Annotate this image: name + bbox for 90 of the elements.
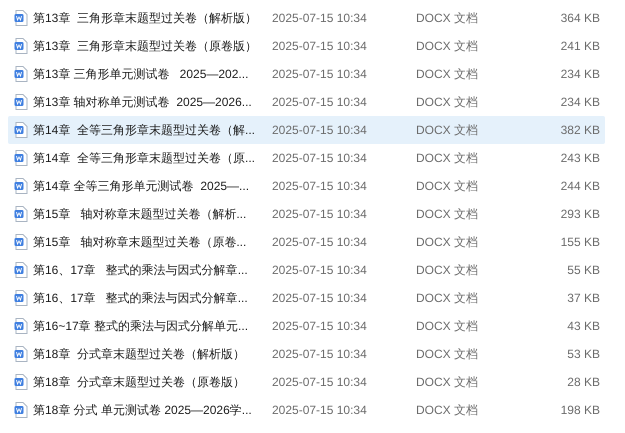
file-size: 241 KB bbox=[560, 38, 600, 55]
file-type: DOCX 文档 bbox=[416, 10, 480, 27]
file-name: 第15章 轴对称章末题型过关卷（原卷... bbox=[32, 234, 248, 251]
file-row[interactable]: 第16、17章 整式的乘法与因式分解章... 2025-07-15 10:34 DOCX 文档 37 KB bbox=[8, 284, 605, 312]
modified-date: 2025-07-15 10:34 bbox=[272, 374, 368, 391]
file-name: 第18章 分式 单元测试卷 2025—2026学... bbox=[32, 402, 253, 419]
file-row[interactable]: 第13章 轴对称单元测试卷 2025—2026... 2025-07-15 10:34 DOCX 文档 234 KB bbox=[8, 88, 605, 116]
modified-date: 2025-07-15 10:34 bbox=[272, 318, 368, 335]
file-size: 155 KB bbox=[560, 234, 600, 251]
file-row[interactable]: 第18章 分式章末题型过关卷（解析版） 2025-07-15 10:34 DOCX 文档 53 KB bbox=[8, 340, 605, 368]
file-size: 28 KB bbox=[566, 374, 600, 391]
word-document-icon bbox=[14, 38, 28, 54]
word-document-icon bbox=[14, 318, 28, 334]
modified-date: 2025-07-15 10:34 bbox=[272, 38, 368, 55]
file-row[interactable]: 第13章 三角形单元测试卷 2025—202... 2025-07-15 10:34 DOCX 文档 234 KB bbox=[8, 60, 605, 88]
file-row[interactable]: 第16、17章 整式的乘法与因式分解章... 2025-07-15 10:34 DOCX 文档 55 KB bbox=[8, 256, 605, 284]
modified-date: 2025-07-15 10:34 bbox=[272, 346, 368, 363]
file-type: DOCX 文档 bbox=[416, 262, 480, 279]
word-document-icon bbox=[14, 122, 28, 138]
file-name: 第13章 三角形单元测试卷 2025—202... bbox=[32, 66, 250, 83]
file-name: 第18章 分式章末题型过关卷（原卷版） bbox=[32, 374, 246, 391]
file-name: 第13章 轴对称单元测试卷 2025—2026... bbox=[32, 94, 253, 111]
file-type: DOCX 文档 bbox=[416, 38, 480, 55]
word-document-icon bbox=[14, 66, 28, 82]
file-row[interactable]: 第18章 分式 单元测试卷 2025—2026学... 2025-07-15 10:34 DOCX 文档 198 KB bbox=[8, 396, 605, 424]
word-document-icon bbox=[14, 150, 28, 166]
modified-date: 2025-07-15 10:34 bbox=[272, 66, 368, 83]
file-row[interactable]: 第16~17章 整式的乘法与因式分解单元... 2025-07-15 10:34 DOCX 文档 43 KB bbox=[8, 312, 605, 340]
file-type: DOCX 文档 bbox=[416, 122, 480, 139]
modified-date: 2025-07-15 10:34 bbox=[272, 206, 368, 223]
file-size: 234 KB bbox=[560, 94, 600, 111]
file-name: 第13章 三角形章末题型过关卷（原卷版） bbox=[32, 38, 258, 55]
word-document-icon bbox=[14, 206, 28, 222]
word-document-icon bbox=[14, 290, 28, 306]
file-size: 364 KB bbox=[560, 10, 600, 27]
modified-date: 2025-07-15 10:34 bbox=[272, 234, 368, 251]
modified-date: 2025-07-15 10:34 bbox=[272, 10, 368, 27]
file-size: 43 KB bbox=[566, 318, 600, 335]
file-row[interactable]: 第14章 全等三角形单元测试卷 2025—... 2025-07-15 10:34 DOCX 文档 244 KB bbox=[8, 172, 605, 200]
file-size: 243 KB bbox=[560, 150, 600, 167]
modified-date: 2025-07-15 10:34 bbox=[272, 402, 368, 419]
modified-date: 2025-07-15 10:34 bbox=[272, 122, 368, 139]
file-size: 234 KB bbox=[560, 66, 600, 83]
file-size: 53 KB bbox=[566, 346, 600, 363]
file-row[interactable]: 第14章 全等三角形章末题型过关卷（原... 2025-07-15 10:34 DOCX 文档 243 KB bbox=[8, 144, 605, 172]
file-type: DOCX 文档 bbox=[416, 234, 480, 251]
file-row[interactable]: 第13章 三角形章末题型过关卷（解析版） 2025-07-15 10:34 DOCX 文档 364 KB bbox=[8, 4, 605, 32]
file-type: DOCX 文档 bbox=[416, 346, 480, 363]
file-type: DOCX 文档 bbox=[416, 206, 480, 223]
word-document-icon bbox=[14, 178, 28, 194]
word-document-icon bbox=[14, 346, 28, 362]
file-size: 382 KB bbox=[560, 122, 600, 139]
file-row[interactable]: 第15章 轴对称章末题型过关卷（原卷... 2025-07-15 10:34 DOCX 文档 155 KB bbox=[8, 228, 605, 256]
file-type: DOCX 文档 bbox=[416, 150, 480, 167]
file-size: 244 KB bbox=[560, 178, 600, 195]
file-row[interactable]: 第14章 全等三角形章末题型过关卷（解... 2025-07-15 10:34 DOCX 文档 382 KB bbox=[8, 116, 605, 144]
file-type: DOCX 文档 bbox=[416, 318, 480, 335]
word-document-icon bbox=[14, 10, 28, 26]
file-size: 198 KB bbox=[560, 402, 600, 419]
file-type: DOCX 文档 bbox=[416, 66, 480, 83]
word-document-icon bbox=[14, 402, 28, 418]
modified-date: 2025-07-15 10:34 bbox=[272, 178, 368, 195]
file-name: 第16、17章 整式的乘法与因式分解章... bbox=[32, 290, 249, 307]
file-name: 第18章 分式章末题型过关卷（解析版） bbox=[32, 346, 246, 363]
file-row[interactable]: 第18章 分式章末题型过关卷（原卷版） 2025-07-15 10:34 DOCX 文档 28 KB bbox=[8, 368, 605, 396]
file-type: DOCX 文档 bbox=[416, 374, 480, 391]
word-document-icon bbox=[14, 234, 28, 250]
modified-date: 2025-07-15 10:34 bbox=[272, 290, 368, 307]
file-type: DOCX 文档 bbox=[416, 178, 480, 195]
file-size: 37 KB bbox=[566, 290, 600, 307]
file-type: DOCX 文档 bbox=[416, 402, 480, 419]
file-size: 293 KB bbox=[560, 206, 600, 223]
word-document-icon bbox=[14, 262, 28, 278]
file-size: 55 KB bbox=[566, 262, 600, 279]
file-name: 第14章 全等三角形单元测试卷 2025—... bbox=[32, 178, 250, 195]
file-name: 第16、17章 整式的乘法与因式分解章... bbox=[32, 262, 249, 279]
file-name: 第14章 全等三角形章末题型过关卷（原... bbox=[32, 150, 256, 167]
modified-date: 2025-07-15 10:34 bbox=[272, 150, 368, 167]
file-name: 第13章 三角形章末题型过关卷（解析版） bbox=[32, 10, 258, 27]
word-document-icon bbox=[14, 94, 28, 110]
file-row[interactable]: 第13章 三角形章末题型过关卷（原卷版） 2025-07-15 10:34 DOCX 文档 241 KB bbox=[8, 32, 605, 60]
file-name: 第15章 轴对称章末题型过关卷（解析... bbox=[32, 206, 248, 223]
file-name: 第14章 全等三角形章末题型过关卷（解... bbox=[32, 122, 256, 139]
file-type: DOCX 文档 bbox=[416, 94, 480, 111]
word-document-icon bbox=[14, 374, 28, 390]
file-type: DOCX 文档 bbox=[416, 290, 480, 307]
file-row[interactable]: 第15章 轴对称章末题型过关卷（解析... 2025-07-15 10:34 DOCX 文档 293 KB bbox=[8, 200, 605, 228]
file-name: 第16~17章 整式的乘法与因式分解单元... bbox=[32, 318, 250, 335]
modified-date: 2025-07-15 10:34 bbox=[272, 94, 368, 111]
modified-date: 2025-07-15 10:34 bbox=[272, 262, 368, 279]
